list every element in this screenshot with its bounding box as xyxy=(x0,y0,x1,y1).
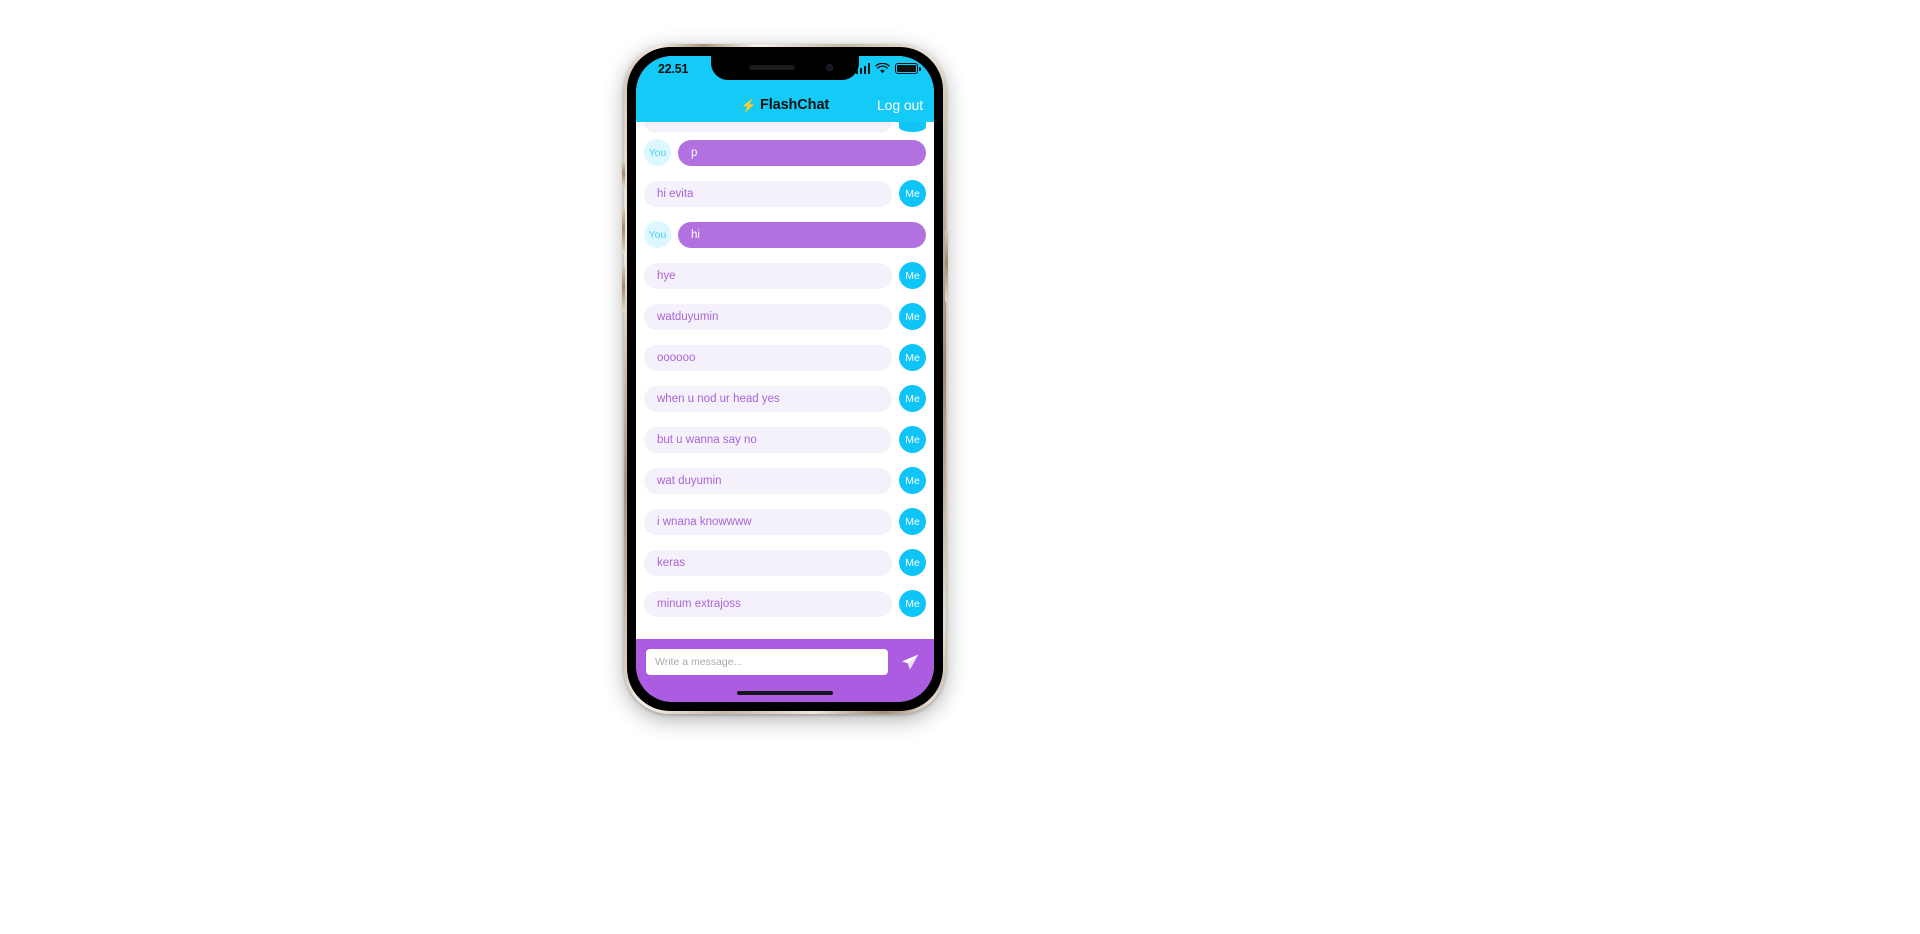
sender-badge-you[interactable]: You xyxy=(644,139,671,166)
earpiece-speaker-icon xyxy=(749,65,795,70)
message-bubble-outgoing[interactable]: minum extrajoss xyxy=(644,590,892,617)
message-row[interactable]: keras Me xyxy=(636,542,934,583)
message-row[interactable]: i wnana knowwww Me xyxy=(636,501,934,542)
battery-full-icon xyxy=(895,63,921,74)
message-row[interactable]: minum extrajoss Me xyxy=(636,583,934,624)
navigation-bar: ⚡ FlashChat Log out xyxy=(636,88,934,122)
send-button[interactable] xyxy=(896,649,924,675)
status-bar: 22.51 xyxy=(636,56,934,88)
message-row[interactable]: You hi xyxy=(636,214,934,255)
app-title: ⚡ FlashChat xyxy=(741,97,829,113)
volume-down-button[interactable] xyxy=(622,266,625,312)
message-bubble-outgoing[interactable]: when u nod ur head yes xyxy=(644,385,892,412)
sender-badge-me[interactable]: Me xyxy=(899,590,926,617)
message-row[interactable]: watduyumin Me xyxy=(636,296,934,337)
send-paper-plane-icon xyxy=(902,654,919,670)
logout-button[interactable]: Log out xyxy=(877,97,923,113)
message-bubble-outgoing[interactable] xyxy=(644,122,892,132)
sender-badge-me[interactable]: Me xyxy=(899,467,926,494)
message-row[interactable]: but u wanna say no Me xyxy=(636,419,934,460)
notch xyxy=(711,56,859,80)
message-bubble-outgoing[interactable]: oooooo xyxy=(644,344,892,371)
message-row[interactable]: hye Me xyxy=(636,255,934,296)
phone-screen: 22.51 ⚡ FlashChat Log out You p hi evita… xyxy=(636,56,934,702)
volume-up-button[interactable] xyxy=(622,208,625,254)
phone-bezel-inner: 22.51 ⚡ FlashChat Log out You p hi evita… xyxy=(636,56,934,702)
screenshot-canvas: 22.51 ⚡ FlashChat Log out You p hi evita… xyxy=(0,0,1920,934)
phone-bezel: 22.51 ⚡ FlashChat Log out You p hi evita… xyxy=(627,47,943,711)
message-bubble-incoming[interactable]: hi xyxy=(678,221,926,248)
message-row[interactable]: oooooo Me xyxy=(636,337,934,378)
message-row[interactable]: wat duyumin Me xyxy=(636,460,934,501)
silent-switch-button[interactable] xyxy=(622,162,625,188)
sender-badge-me[interactable]: Me xyxy=(899,180,926,207)
sender-badge-me[interactable]: Me xyxy=(899,262,926,289)
message-bubble-outgoing[interactable]: hye xyxy=(644,262,892,289)
message-bubble-outgoing[interactable]: i wnana knowwww xyxy=(644,508,892,535)
message-bubble-outgoing[interactable]: but u wanna say no xyxy=(644,426,892,453)
message-row[interactable]: when u nod ur head yes Me xyxy=(636,378,934,419)
power-button[interactable] xyxy=(945,230,948,302)
sender-badge-me[interactable]: Me xyxy=(899,549,926,576)
message-row[interactable]: hi evita Me xyxy=(636,173,934,214)
message-bubble-outgoing[interactable]: hi evita xyxy=(644,180,892,207)
status-bar-time: 22.51 xyxy=(658,62,689,76)
sender-badge-me[interactable]: Me xyxy=(899,426,926,453)
sender-badge-me[interactable] xyxy=(899,122,926,132)
sender-badge-me[interactable]: Me xyxy=(899,508,926,535)
status-bar-icons xyxy=(855,63,921,74)
phone-device-frame: 22.51 ⚡ FlashChat Log out You p hi evita… xyxy=(622,44,948,714)
front-camera-icon xyxy=(826,64,833,71)
message-bubble-outgoing[interactable]: keras xyxy=(644,549,892,576)
message-bubble-incoming[interactable]: p xyxy=(678,139,926,166)
wifi-icon xyxy=(875,63,890,74)
home-indicator[interactable] xyxy=(737,691,833,695)
message-list[interactable]: You p hi evita Me You hi hye Me watduyumin Me oooo… xyxy=(636,122,934,639)
sender-badge-me[interactable]: Me xyxy=(899,344,926,371)
message-input[interactable] xyxy=(646,649,888,675)
lightning-bolt-icon: ⚡ xyxy=(740,97,757,113)
message-bubble-outgoing[interactable]: wat duyumin xyxy=(644,467,892,494)
message-row[interactable]: You p xyxy=(636,132,934,173)
app-title-text: FlashChat xyxy=(759,97,830,113)
sender-badge-me[interactable]: Me xyxy=(899,385,926,412)
message-bubble-outgoing[interactable]: watduyumin xyxy=(644,303,892,330)
message-row[interactable] xyxy=(636,122,934,132)
cellular-signal-icon xyxy=(855,63,870,74)
sender-badge-me[interactable]: Me xyxy=(899,303,926,330)
sender-badge-you[interactable]: You xyxy=(644,221,671,248)
